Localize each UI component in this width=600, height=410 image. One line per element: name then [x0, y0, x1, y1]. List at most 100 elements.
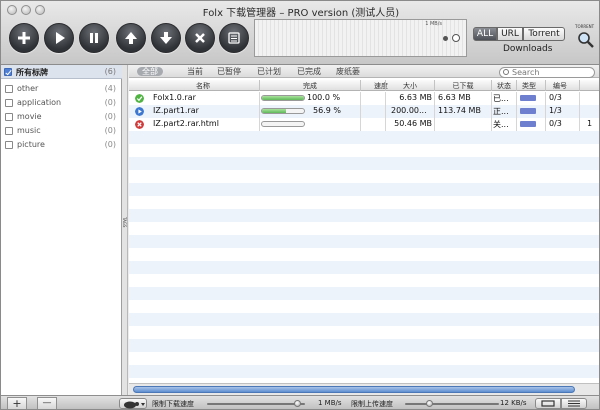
- segment-all[interactable]: ALL: [473, 27, 497, 41]
- tag-label: music: [17, 126, 41, 135]
- delete-button[interactable]: [185, 23, 215, 53]
- sidebar-item-picture[interactable]: picture (0): [1, 138, 122, 152]
- table-row[interactable]: IZ.part2.rar.html 50.46 MB 关... 0/3 1: [129, 118, 599, 131]
- file-name: IZ.part2.rar.html: [153, 119, 219, 128]
- sidebar-item-music[interactable]: music (0): [1, 124, 122, 138]
- speed-mode-button[interactable]: [119, 398, 147, 409]
- downloads-panel: 全部 当前 已暂停 已计划 已完成 废纸篓 Search 名称 完成 速度 大小…: [129, 65, 599, 395]
- tag-count: (0): [104, 112, 116, 121]
- title-toolbar: Folx 下载管理器 – PRO version (测试人员) 1 MB/s A…: [1, 1, 599, 65]
- tag-checkbox[interactable]: [5, 113, 13, 121]
- filter-all[interactable]: 全部: [137, 67, 163, 76]
- column-number[interactable]: 编号: [546, 81, 574, 91]
- downloaded-value: 113.74 MB: [438, 106, 481, 115]
- column-size[interactable]: 大小: [386, 81, 434, 91]
- filter-trash[interactable]: 废纸篓: [336, 66, 360, 77]
- search-placeholder: Search: [512, 68, 540, 77]
- download-limit-value: 1 MB/s: [318, 399, 342, 407]
- remove-tag-button[interactable]: —: [37, 397, 57, 409]
- column-type[interactable]: 类型: [517, 81, 541, 91]
- sidebar-all-tags[interactable]: 所有标牌 (6): [1, 65, 122, 79]
- filter-completed[interactable]: 已完成: [297, 66, 321, 77]
- view-list-button[interactable]: [561, 398, 587, 409]
- download-limit-slider[interactable]: [207, 403, 305, 405]
- torrent-search-button[interactable]: TORRENT: [575, 24, 597, 50]
- pause-button[interactable]: [79, 23, 109, 53]
- move-down-button[interactable]: [151, 23, 181, 53]
- resume-button[interactable]: [44, 23, 74, 53]
- plus-icon: [18, 32, 30, 44]
- tag-label: picture: [17, 140, 45, 149]
- move-up-button[interactable]: [116, 23, 146, 53]
- column-name[interactable]: 名称: [153, 81, 253, 91]
- error-icon: [135, 120, 144, 129]
- torrent-icon-label: TORRENT: [575, 24, 595, 29]
- column-downloaded[interactable]: 已下载: [435, 81, 491, 91]
- view-compact-button[interactable]: [535, 398, 561, 409]
- size-value: 50.46 MB: [394, 119, 432, 128]
- progress-fill: [262, 109, 286, 113]
- compact-view-icon: [541, 400, 555, 407]
- horizontal-scrollbar[interactable]: [129, 383, 599, 395]
- add-tag-button[interactable]: +: [7, 397, 27, 409]
- speed-dot-icon: [443, 36, 448, 41]
- column-status[interactable]: 状态: [492, 81, 516, 91]
- tag-checkbox[interactable]: [5, 85, 13, 93]
- window-title: Folx 下载管理器 – PRO version (测试人员): [202, 8, 400, 19]
- tags-sidebar: 所有标牌 (6) other (4) application (0) movie…: [1, 65, 122, 395]
- download-limit-label: 限制下载速度: [152, 400, 194, 408]
- sidebar-item-application[interactable]: application (0): [1, 96, 122, 110]
- status-value: 关...: [493, 120, 509, 129]
- upload-limit-label: 限制上传速度: [351, 400, 393, 408]
- search-field[interactable]: Search: [499, 67, 595, 78]
- speed-graph: 1 MB/s: [254, 19, 467, 57]
- all-tags-count: (6): [104, 67, 116, 76]
- tag-checkbox[interactable]: [5, 127, 13, 135]
- scrollbar-thumb[interactable]: [133, 386, 575, 393]
- add-button[interactable]: [9, 23, 39, 53]
- sidebar-item-other[interactable]: other (4): [1, 82, 122, 96]
- download-limit-knob[interactable]: [294, 400, 301, 407]
- segment-caption: Downloads: [503, 44, 553, 54]
- arrow-down-icon: [160, 32, 172, 44]
- type-badge: [520, 108, 536, 114]
- filter-paused[interactable]: 已暂停: [217, 66, 241, 77]
- column-progress[interactable]: 完成: [260, 81, 360, 91]
- type-badge: [520, 121, 536, 127]
- downloads-table: Folx1.0.rar 100.0 % 6.63 MB 6.63 MB 已...…: [129, 92, 599, 382]
- filter-current[interactable]: 当前: [187, 66, 203, 77]
- type-badge: [520, 95, 536, 101]
- size-value: 200.00...: [391, 106, 427, 115]
- file-name: Folx1.0.rar: [153, 93, 196, 102]
- tag-count: (0): [104, 140, 116, 149]
- progress-label: 100.0 %: [307, 93, 341, 102]
- upload-limit-value: 12 KB/s: [500, 399, 527, 407]
- tag-checkbox[interactable]: [5, 141, 13, 149]
- progress-bar: [261, 121, 305, 127]
- segment-torrent[interactable]: Torrent: [523, 27, 565, 41]
- upload-limit-knob[interactable]: [426, 400, 433, 407]
- tag-count: (0): [104, 126, 116, 135]
- play-icon: [135, 107, 144, 116]
- table-row[interactable]: Folx1.0.rar 100.0 % 6.63 MB 6.63 MB 已...…: [129, 92, 599, 105]
- tag-label: application: [17, 98, 62, 107]
- upload-limit-slider[interactable]: [405, 403, 499, 405]
- segment-url[interactable]: URL: [497, 27, 523, 41]
- table-row[interactable]: IZ.part1.rar 56.9 % 200.00... 113.74 MB …: [129, 105, 599, 118]
- tag-checkbox[interactable]: [5, 99, 13, 107]
- sidebar-splitter[interactable]: TAGS: [122, 65, 128, 395]
- task-list-button[interactable]: [219, 23, 249, 53]
- extra-value: 1: [587, 119, 593, 128]
- file-name: IZ.part1.rar: [153, 106, 199, 115]
- status-value: 已...: [493, 94, 509, 103]
- sidebar-item-movie[interactable]: movie (0): [1, 110, 122, 124]
- column-separator: [579, 80, 580, 91]
- all-tags-checkbox[interactable]: [4, 68, 12, 76]
- speed-graph-label: 1 MB/s: [425, 21, 442, 27]
- filter-scheduled[interactable]: 已计划: [257, 66, 281, 77]
- filter-bar: 全部 当前 已暂停 已计划 已完成 废纸篓 Search: [129, 65, 599, 78]
- magnifier-icon: [578, 32, 594, 48]
- number-value: 0/3: [549, 119, 562, 128]
- speed-knob-icon[interactable]: [452, 34, 460, 42]
- number-value: 1/3: [549, 106, 562, 115]
